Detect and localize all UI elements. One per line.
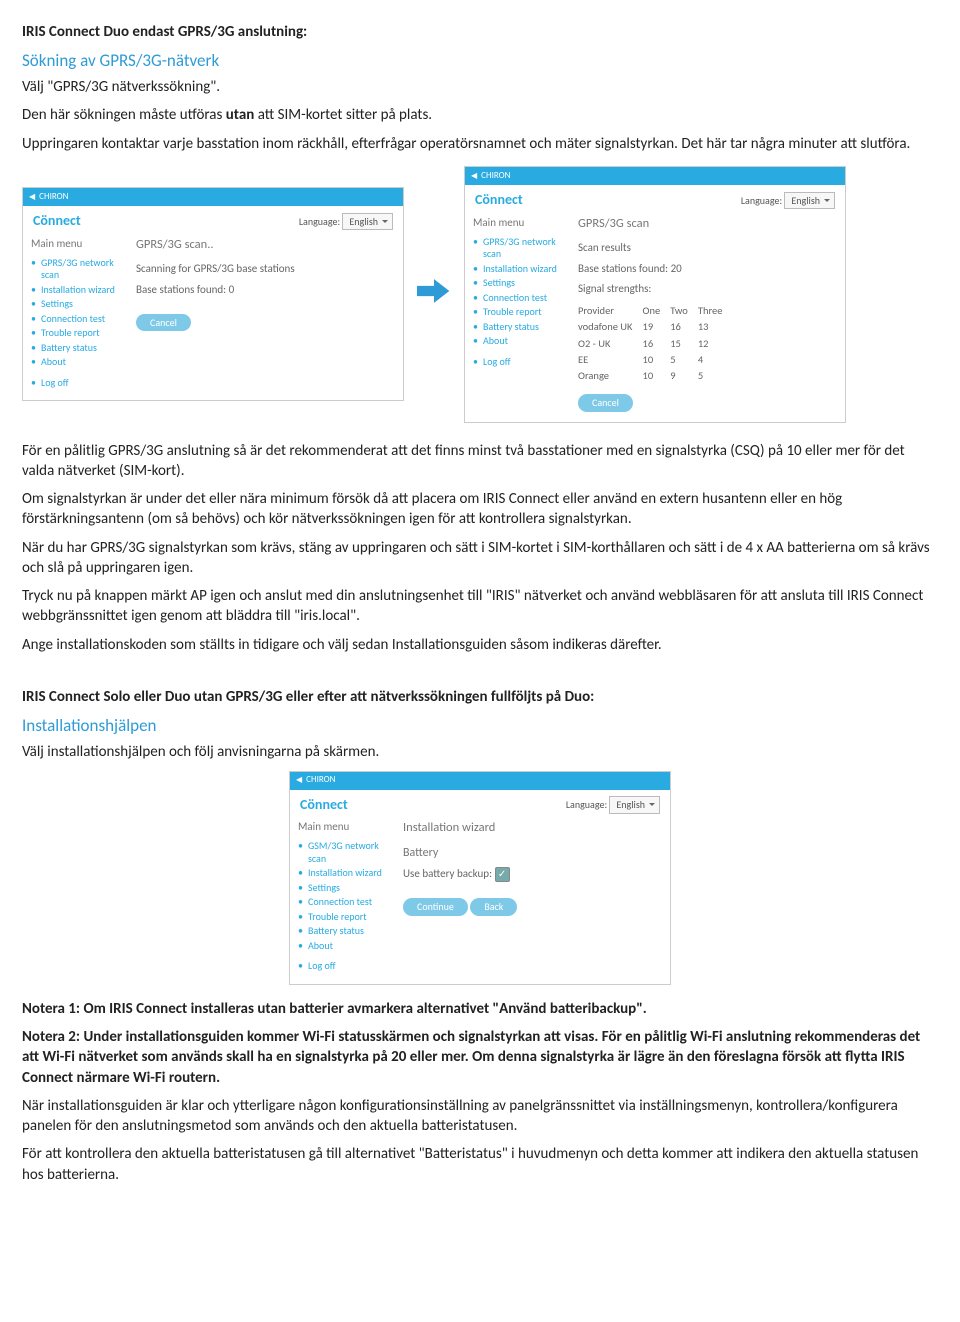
battery-backup-checkbox[interactable]: ✓ [495, 867, 510, 882]
language-dropdown[interactable]: English [784, 192, 835, 210]
paragraph: Ange installationskoden som ställts in t… [22, 635, 938, 655]
paragraph: Den här sökningen måste utföras utan att… [22, 105, 938, 125]
sidebar: Main menu GPRS/3G network scan Installat… [31, 237, 126, 390]
col-header: Two [670, 303, 698, 319]
continue-button[interactable]: Continue [403, 898, 468, 916]
sidebar-title: Main menu [473, 216, 568, 231]
sidebar-logoff[interactable]: Log off [31, 376, 126, 391]
panel-header: Cönnect Language: English [290, 790, 670, 817]
sidebar-item[interactable]: Connection test [298, 895, 393, 910]
col-header: Provider [578, 303, 643, 319]
brand-logo: Cönnect [33, 212, 81, 231]
col-header: One [643, 303, 671, 319]
sidebar-title: Main menu [298, 820, 393, 835]
paragraph: Välj "GPRS/3G nätverkssökning". [22, 77, 938, 97]
sidebar-item[interactable]: Connection test [473, 291, 568, 306]
language-dropdown[interactable]: English [342, 213, 393, 231]
status-text: Base stations found: 0 [136, 283, 395, 298]
sidebar-item[interactable]: Settings [473, 276, 568, 291]
sidebar-item[interactable]: GPRS/3G network scan [31, 256, 126, 283]
paragraph: För att kontrollera den aktuella batteri… [22, 1144, 938, 1185]
language-dropdown[interactable]: English [609, 796, 660, 814]
sidebar-item[interactable]: Settings [31, 297, 126, 312]
note-2: Notera 2: Under installationsguiden komm… [22, 1027, 938, 1088]
sidebar-item[interactable]: Battery status [473, 320, 568, 335]
panel-header: Cönnect Language: English [465, 185, 845, 212]
note-1: Notera 1: Om IRIS Connect installeras ut… [22, 999, 938, 1019]
paragraph: Uppringaren kontaktar varje basstation i… [22, 134, 938, 154]
status-text: Scan results [578, 241, 837, 256]
sidebar-item[interactable]: GPRS/3G network scan [473, 235, 568, 262]
cancel-button[interactable]: Cancel [578, 394, 633, 412]
sidebar-logoff[interactable]: Log off [473, 355, 568, 370]
window-titlebar: CHIRON [23, 188, 403, 206]
cancel-button[interactable]: Cancel [136, 314, 191, 332]
sidebar-item[interactable]: Installation wizard [473, 262, 568, 277]
status-text: Signal strengths: [578, 282, 837, 297]
screenshot-panel-scan: CHIRON Cönnect Language: English Main me… [22, 187, 404, 401]
panel-content: Installation wizard Battery Use battery … [403, 820, 662, 973]
paragraph: När installationsguiden är klar och ytte… [22, 1096, 938, 1137]
language-selector[interactable]: Language: English [741, 192, 835, 210]
arrow-icon [414, 277, 454, 311]
panel-content: GPRS/3G scan Scan results Base stations … [578, 216, 837, 412]
content-title: Installation wizard [403, 820, 662, 837]
sidebar-item[interactable]: Installation wizard [298, 866, 393, 881]
sidebar-title: Main menu [31, 237, 126, 252]
sidebar-item[interactable]: Trouble report [31, 326, 126, 341]
sidebar-item[interactable]: Battery status [298, 924, 393, 939]
signal-table: Provider One Two Three vodafone UK191613… [578, 303, 732, 384]
language-selector[interactable]: Language: English [566, 796, 660, 814]
col-header: Three [698, 303, 733, 319]
section1-title: IRIS Connect Duo endast GPRS/3G anslutni… [22, 22, 938, 42]
panel-header: Cönnect Language: English [23, 206, 403, 233]
brand-logo: Cönnect [300, 796, 348, 815]
checkbox-label: Use battery backup: [403, 868, 492, 881]
screenshot-panel-results: CHIRON Cönnect Language: English Main me… [464, 166, 846, 423]
sidebar: Main menu GSM/3G network scan Installati… [298, 820, 393, 973]
section2-title: IRIS Connect Solo eller Duo utan GPRS/3G… [22, 687, 938, 707]
checkbox-row: Use battery backup: ✓ [403, 867, 662, 882]
panel-content: GPRS/3G scan.. Scanning for GPRS/3G base… [136, 237, 395, 390]
paragraph: När du har GPRS/3G signalstyrkan som krä… [22, 538, 938, 579]
status-text: Scanning for GPRS/3G base stations [136, 262, 395, 277]
paragraph: Tryck nu på knappen märkt AP igen och an… [22, 586, 938, 627]
sidebar-item[interactable]: GSM/3G network scan [298, 839, 393, 866]
sidebar: Main menu GPRS/3G network scan Installat… [473, 216, 568, 412]
screenshots-row: CHIRON Cönnect Language: English Main me… [22, 166, 938, 423]
screenshot-panel-wizard: CHIRON Cönnect Language: English Main me… [289, 771, 671, 985]
paragraph: Välj installationshjälpen och följ anvis… [22, 742, 938, 762]
sidebar-item[interactable]: Trouble report [298, 910, 393, 925]
paragraph: För en pålitlig GPRS/3G anslutning så är… [22, 441, 938, 482]
sidebar-item[interactable]: About [473, 334, 568, 349]
brand-logo: Cönnect [475, 191, 523, 210]
language-selector[interactable]: Language: English [299, 213, 393, 231]
subtitle: Battery [403, 845, 662, 861]
window-titlebar: CHIRON [465, 167, 845, 185]
sidebar-item[interactable]: Trouble report [473, 305, 568, 320]
content-title: GPRS/3G scan [578, 216, 837, 233]
sidebar-item[interactable]: Battery status [31, 341, 126, 356]
sidebar-item[interactable]: Settings [298, 881, 393, 896]
sidebar-item[interactable]: Installation wizard [31, 283, 126, 298]
section2-subheading: Installationshjälpen [22, 715, 938, 738]
content-title: GPRS/3G scan.. [136, 237, 395, 254]
sidebar-item[interactable]: Connection test [31, 312, 126, 327]
section1-subheading: Sökning av GPRS/3G-nätverk [22, 50, 938, 73]
sidebar-logoff[interactable]: Log off [298, 959, 393, 974]
paragraph: Om signalstyrkan är under det eller nära… [22, 489, 938, 530]
back-button[interactable]: Back [470, 898, 517, 916]
sidebar-item[interactable]: About [298, 939, 393, 954]
window-titlebar: CHIRON [290, 772, 670, 790]
sidebar-item[interactable]: About [31, 355, 126, 370]
status-text: Base stations found: 20 [578, 262, 837, 277]
